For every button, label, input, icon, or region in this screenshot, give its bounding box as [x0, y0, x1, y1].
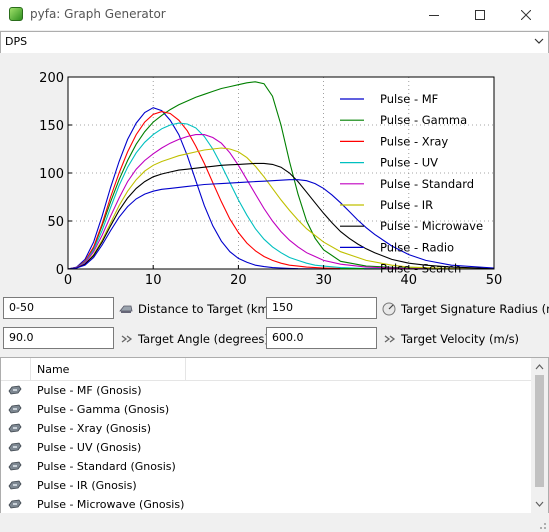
- legend-entry: Pulse - Standard: [380, 177, 474, 191]
- y-tick-label: 150: [39, 119, 64, 134]
- ship-icon: [8, 442, 22, 452]
- legend-entry: Pulse - Radio: [380, 240, 454, 254]
- ship-icon: [8, 461, 22, 471]
- fit-name: Pulse - IR (Gnosis): [37, 479, 137, 492]
- scroll-up-icon[interactable]: [535, 362, 544, 372]
- minimize-button[interactable]: [411, 0, 457, 30]
- list-item[interactable]: Pulse - UV (Gnosis): [1, 438, 531, 457]
- list-header: Name: [1, 358, 531, 381]
- fit-name: Pulse - MF (Gnosis): [37, 384, 142, 397]
- graph-panel: 0 10 20 30 40 50 0 50 100 150 200 Pulse - MF Pulse -…: [0, 53, 549, 289]
- list-item[interactable]: Pulse - MF (Gnosis): [1, 381, 531, 400]
- legend-entry: Pulse - Gamma: [380, 113, 467, 127]
- ship-icon: [8, 385, 22, 395]
- distance-label: Distance to Target (km): [138, 302, 274, 316]
- scrollbar-thumb[interactable]: [535, 375, 544, 487]
- sig-radius-label: Target Signature Radius (m): [401, 302, 549, 316]
- distance-input[interactable]: 0-50: [3, 297, 114, 319]
- title-bar: pyfa: Graph Generator: [0, 0, 549, 30]
- x-tick-label: 20: [230, 273, 247, 288]
- list-item[interactable]: Pulse - Standard (Gnosis): [1, 457, 531, 476]
- x-tick-label: 10: [145, 273, 162, 288]
- window-title: pyfa: Graph Generator: [30, 7, 166, 21]
- fit-name: Pulse - Microwave (Gnosis): [37, 498, 185, 511]
- column-separator: [30, 358, 31, 380]
- dps-chart: 0 10 20 30 40 50050100150200Pulse - MFPulse -…: [39, 71, 503, 288]
- distance-icon: [119, 305, 133, 313]
- ship-icon: [8, 423, 22, 433]
- list-scrollbar[interactable]: [531, 358, 548, 513]
- legend-entry: Pulse - Search: [380, 262, 461, 276]
- graph-type-select[interactable]: DPS: [0, 31, 549, 54]
- y-tick-label: 0: [56, 263, 64, 278]
- legend-entry: Pulse - Microwave: [380, 219, 483, 233]
- angle-icon: [121, 335, 133, 343]
- close-icon: [521, 10, 531, 20]
- fit-name: Pulse - Xray (Gnosis): [37, 422, 152, 435]
- angle-input[interactable]: 90.0: [3, 327, 114, 349]
- app-icon: [9, 7, 23, 21]
- chevron-down-icon: [534, 38, 544, 44]
- x-tick-label: 30: [315, 273, 332, 288]
- list-item[interactable]: Pulse - IR (Gnosis): [1, 476, 531, 495]
- list-item[interactable]: Pulse - Xray (Gnosis): [1, 419, 531, 438]
- scroll-down-icon[interactable]: [535, 499, 544, 509]
- sig-radius-input[interactable]: 150: [266, 297, 377, 319]
- maximize-button[interactable]: [457, 0, 503, 30]
- velocity-icon: [384, 335, 396, 343]
- column-header-name[interactable]: Name: [37, 363, 69, 376]
- legend-entry: Pulse - IR: [380, 198, 433, 212]
- ship-icon: [8, 480, 22, 490]
- velocity-label: Target Velocity (m/s): [401, 332, 520, 346]
- velocity-input[interactable]: 600.0: [266, 327, 377, 349]
- y-tick-label: 100: [39, 167, 64, 182]
- column-separator: [185, 358, 186, 380]
- list-item[interactable]: Pulse - Microwave (Gnosis): [1, 495, 531, 513]
- y-tick-label: 200: [39, 71, 64, 86]
- fit-name: Pulse - Standard (Gnosis): [37, 460, 176, 473]
- legend-entry: Pulse - UV: [380, 156, 438, 170]
- status-bar: [0, 513, 549, 532]
- ship-icon: [8, 404, 22, 414]
- legend-entry: Pulse - Xray: [380, 134, 448, 148]
- x-tick-label: 0: [64, 273, 72, 288]
- legend-entry: Pulse - MF: [380, 92, 438, 106]
- close-button[interactable]: [503, 0, 549, 30]
- y-tick-label: 50: [47, 215, 64, 230]
- fit-name: Pulse - Gamma (Gnosis): [37, 403, 170, 416]
- x-tick-label: 50: [486, 273, 503, 288]
- signature-icon: [382, 302, 396, 316]
- list-item[interactable]: Pulse - Gamma (Gnosis): [1, 400, 531, 419]
- minimize-icon: [429, 15, 439, 16]
- fit-name: Pulse - UV (Gnosis): [37, 441, 142, 454]
- fit-list[interactable]: Name Pulse - MF (Gnosis) Pulse - Gamma (G…: [0, 357, 549, 514]
- angle-label: Target Angle (degrees): [138, 332, 269, 346]
- maximize-icon: [475, 10, 485, 20]
- graph-type-value: DPS: [5, 35, 28, 48]
- resize-grip-icon[interactable]: [537, 520, 547, 530]
- ship-icon: [8, 499, 22, 509]
